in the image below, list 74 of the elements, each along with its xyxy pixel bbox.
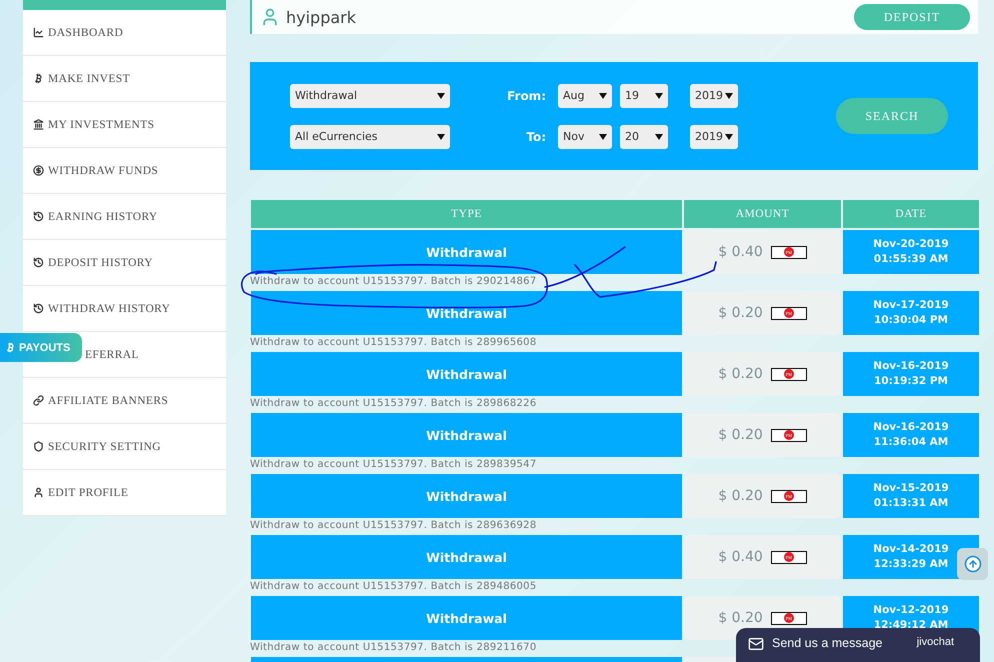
table-cell: Nov-20-2019 01:55:39 AM bbox=[843, 230, 979, 274]
transaction-note: Withdraw to account U15153797. Batch is 289839547 bbox=[250, 458, 537, 472]
amount-text: $ 0.20 bbox=[718, 305, 763, 321]
history-icon bbox=[33, 211, 44, 222]
currency-select[interactable]: All eCurrencies bbox=[290, 124, 450, 148]
transaction-note: Withdraw to account U15153797. Batch is 289636928 bbox=[250, 519, 537, 533]
sidebar-item[interactable]: EARNING HISTORY bbox=[23, 194, 226, 240]
dropdown-caret-icon bbox=[599, 134, 607, 140]
transaction-note: Withdraw to account U15153797. Batch is 289868226 bbox=[250, 397, 537, 411]
bank-icon bbox=[33, 119, 44, 130]
sidebar-item[interactable]: MY INVESTMENTS bbox=[23, 102, 226, 148]
user-icon bbox=[33, 487, 44, 498]
table-cell: Withdrawal bbox=[251, 352, 682, 396]
dropdown-caret-icon bbox=[437, 134, 445, 140]
date-select[interactable]: 19 bbox=[620, 84, 668, 108]
table-cell: Withdrawal bbox=[251, 291, 682, 335]
table-cell: Withdrawal bbox=[251, 413, 682, 457]
shield-icon bbox=[33, 441, 44, 452]
column-header: AMOUNT bbox=[684, 200, 841, 228]
date-select[interactable]: 2019 bbox=[690, 84, 738, 108]
sidebar-item[interactable]: DEPOSIT HISTORY bbox=[23, 240, 226, 286]
transaction-note: Withdraw to account U15153797. Batch is 290214867 bbox=[250, 275, 537, 289]
transaction-note: Withdraw to account U15153797. Batch is 289965608 bbox=[250, 336, 537, 350]
sidebar-item[interactable]: WITHDRAW FUNDS bbox=[23, 148, 226, 194]
line-chart-icon bbox=[33, 27, 44, 38]
sidebar-item[interactable]: AFFILIATE BANNERS bbox=[23, 378, 226, 424]
table-cell: Withdrawal bbox=[251, 596, 682, 640]
sidebar-item[interactable]: DASHBOARD bbox=[23, 10, 226, 56]
transaction-note: Withdraw to account U15153797. Batch is 289486005 bbox=[250, 580, 537, 594]
sidebar-item[interactable]: EFERRAL bbox=[85, 348, 139, 360]
date-select[interactable]: Aug bbox=[558, 84, 612, 108]
amount-text: $ 0.20 bbox=[718, 488, 763, 504]
coin-icon bbox=[33, 165, 44, 176]
arrow-up-icon bbox=[964, 555, 982, 573]
date-select[interactable]: 20 bbox=[620, 124, 668, 148]
table-cell: Nov-17-2019 10:30:04 PM bbox=[843, 291, 979, 335]
scroll-top-button[interactable] bbox=[957, 548, 988, 580]
column-header: DATE bbox=[843, 200, 979, 228]
sidebar-item[interactable]: SECURITY SETTING bbox=[23, 424, 226, 470]
table-cell: Nov-15-2019 01:13:31 AM bbox=[843, 474, 979, 518]
dropdown-caret-icon bbox=[655, 92, 663, 98]
dropdown-caret-icon bbox=[437, 92, 445, 98]
history-icon bbox=[33, 303, 44, 314]
type-select[interactable]: Withdrawal bbox=[290, 84, 450, 108]
table-cell: Withdrawal bbox=[251, 535, 682, 579]
chat-widget[interactable]: Send us a message jivochat bbox=[736, 628, 980, 662]
table-cell: Nov-16-2019 11:36:04 AM bbox=[843, 413, 979, 457]
dropdown-caret-icon bbox=[725, 134, 733, 140]
amount-text: $ 0.40 bbox=[718, 244, 763, 260]
amount-text: $ 0.20 bbox=[718, 610, 763, 626]
table-cell: Withdrawal bbox=[251, 230, 682, 274]
history-icon bbox=[33, 257, 44, 268]
date-select[interactable]: Nov bbox=[558, 124, 612, 148]
sidebar-item[interactable]: EDIT PROFILE bbox=[23, 470, 226, 516]
bitcoin-icon bbox=[33, 73, 44, 84]
column-header: TYPE bbox=[251, 200, 682, 228]
sidebar-item[interactable]: MAKE INVEST bbox=[23, 56, 226, 102]
date-select[interactable]: 2019 bbox=[690, 124, 738, 148]
amount-text: $ 0.40 bbox=[718, 549, 763, 565]
bitcoin-icon bbox=[5, 342, 16, 353]
to-label: To: bbox=[526, 130, 546, 144]
dropdown-caret-icon bbox=[599, 92, 607, 98]
dropdown-caret-icon bbox=[655, 134, 663, 140]
link-icon bbox=[33, 395, 44, 406]
dropdown-caret-icon bbox=[725, 92, 733, 98]
amount-text: $ 0.20 bbox=[718, 427, 763, 443]
username: hyippark bbox=[286, 8, 356, 26]
transaction-note: Withdraw to account U15153797. Batch is 289211670 bbox=[250, 641, 537, 655]
from-label: From: bbox=[507, 88, 546, 102]
amount-text: $ 0.20 bbox=[718, 366, 763, 382]
table-cell: Nov-16-2019 10:19:32 PM bbox=[843, 352, 979, 396]
sidebar-item[interactable]: WITHDRAW HISTORY bbox=[23, 286, 226, 332]
table-cell: Withdrawal bbox=[251, 474, 682, 518]
mail-icon bbox=[748, 636, 764, 652]
